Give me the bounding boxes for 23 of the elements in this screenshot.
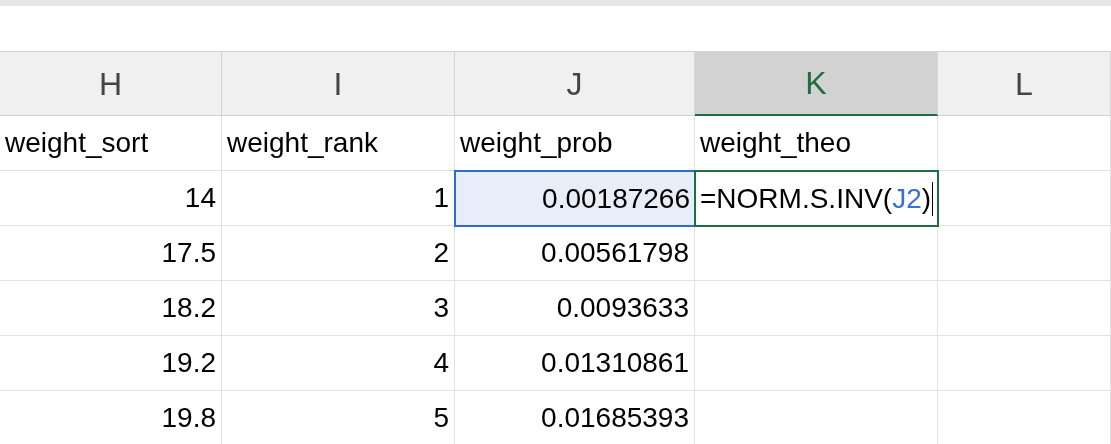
column-header[interactable]: L (938, 52, 1111, 116)
table-cell: 4 (222, 336, 455, 391)
table-cell: 18.2 (0, 281, 222, 336)
column-header[interactable]: H (0, 52, 222, 116)
table-cell: 5 (222, 391, 455, 444)
table-cell: weight_theo (695, 116, 938, 171)
table-cell: 14 (0, 171, 222, 226)
table-cell: 0.01685393 (455, 391, 695, 444)
column-header[interactable]: J (455, 52, 695, 116)
formula-input-field[interactable]: =NORM.S.INV(J2) (695, 171, 938, 226)
column-header[interactable]: K (695, 52, 938, 116)
column-header[interactable]: I (222, 52, 455, 116)
table-cell: weight_rank (222, 116, 455, 171)
table-cell: 3 (222, 281, 455, 336)
table-cell: 0.00187266 (455, 171, 695, 226)
table-cell: 19.8 (0, 391, 222, 444)
table-cell: 19.2 (0, 336, 222, 391)
table-cell: 2 (222, 226, 455, 281)
table-cell: 0.00561798 (455, 226, 695, 281)
table-cell: 0.01310861 (455, 336, 695, 391)
table-cell: 0.0093633 (455, 281, 695, 336)
table-cell: 17.5 (0, 226, 222, 281)
table-cell: weight_sort (0, 116, 222, 171)
